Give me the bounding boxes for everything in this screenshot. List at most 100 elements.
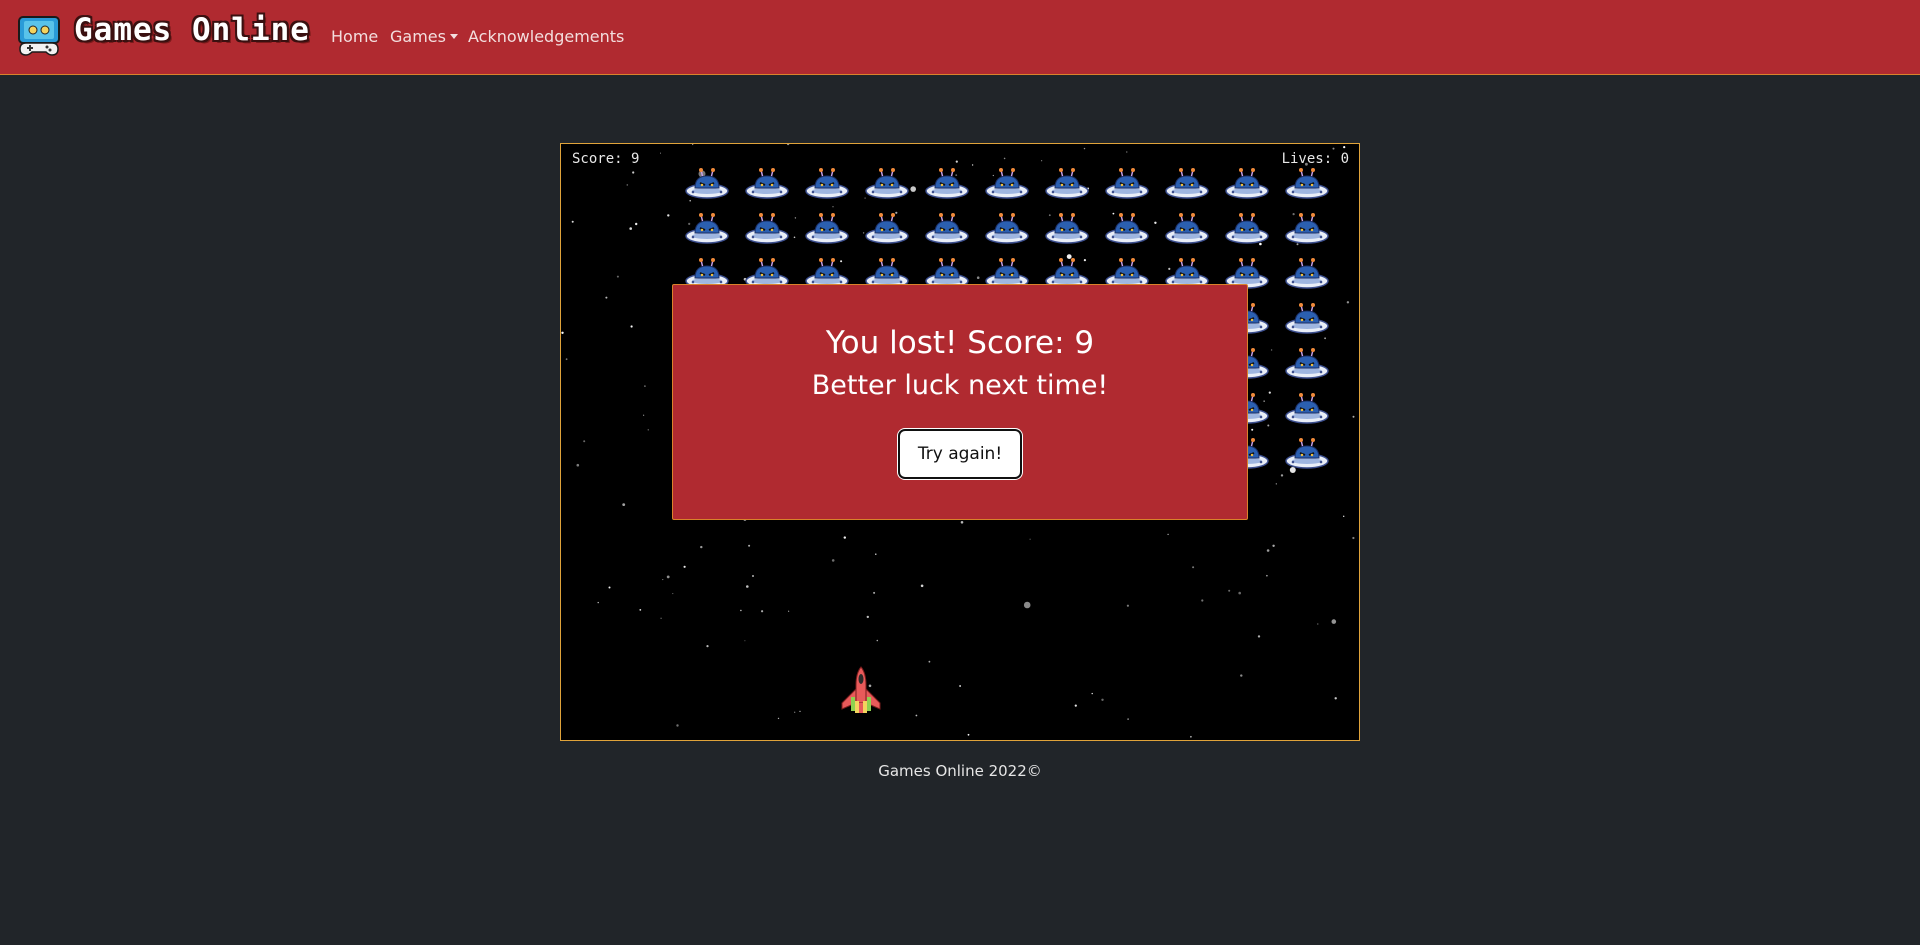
star xyxy=(1190,735,1192,738)
star xyxy=(1334,697,1337,700)
star xyxy=(605,296,608,299)
star xyxy=(793,236,796,239)
nav-home-link[interactable]: Home xyxy=(331,27,378,46)
star xyxy=(576,463,580,467)
ufo-alien-icon xyxy=(925,166,969,200)
ufo-alien-icon xyxy=(985,211,1029,245)
star xyxy=(1126,604,1129,607)
try-again-button[interactable]: Try again! xyxy=(898,429,1022,479)
ufo-alien-icon xyxy=(865,211,909,245)
star xyxy=(1240,674,1243,677)
nav-acknowledgements-link[interactable]: Acknowledgements xyxy=(468,27,624,46)
star xyxy=(660,152,661,154)
star xyxy=(744,640,746,642)
star xyxy=(644,385,646,387)
star xyxy=(630,325,633,328)
ufo-alien-icon xyxy=(925,211,969,245)
player-spaceship-icon xyxy=(841,666,881,713)
ufo-alien-icon xyxy=(985,166,1029,200)
star xyxy=(647,429,649,431)
star xyxy=(616,275,619,278)
star xyxy=(660,617,662,619)
star xyxy=(748,544,751,547)
ufo-alien-icon xyxy=(1165,166,1209,200)
star xyxy=(1257,635,1261,638)
star xyxy=(1359,152,1360,153)
navbar: Games Online Home Games Acknowledgements xyxy=(0,0,1920,75)
star xyxy=(1127,718,1129,720)
star xyxy=(786,144,790,146)
star xyxy=(608,586,611,589)
ufo-alien-icon xyxy=(1285,211,1329,245)
ufo-alien-icon xyxy=(1105,166,1149,200)
nav-games-dropdown[interactable]: Games xyxy=(390,27,458,46)
star xyxy=(976,276,980,279)
footer-copyright: Games Online 2022© xyxy=(878,762,1042,780)
caret-down-icon xyxy=(449,34,458,39)
star xyxy=(960,521,964,524)
ufo-alien-icon xyxy=(1105,211,1149,245)
star xyxy=(1268,391,1271,394)
star xyxy=(1266,549,1270,552)
star xyxy=(1317,623,1319,625)
star xyxy=(1091,692,1093,695)
star xyxy=(740,609,742,612)
star xyxy=(920,584,924,588)
star xyxy=(676,724,679,727)
star xyxy=(1251,428,1254,431)
game-over-title: You lost! Score: 9 xyxy=(825,325,1095,361)
star xyxy=(1167,533,1169,536)
star xyxy=(666,575,670,579)
star xyxy=(1352,536,1355,540)
star xyxy=(1201,599,1204,602)
star xyxy=(1343,515,1345,517)
nav-games-label: Games xyxy=(390,27,446,46)
star xyxy=(843,536,846,539)
ufo-alien-icon xyxy=(805,166,849,200)
star xyxy=(875,553,877,555)
score-label: Score: 9 xyxy=(572,151,640,167)
star xyxy=(683,565,686,568)
star xyxy=(1023,601,1031,609)
game-over-modal: You lost! Score: 9 Better luck next time… xyxy=(672,284,1248,520)
ufo-alien-icon xyxy=(685,211,729,245)
star xyxy=(1331,619,1337,624)
star xyxy=(571,220,574,223)
star xyxy=(626,184,629,186)
star xyxy=(1238,591,1241,595)
ufo-alien-icon xyxy=(1285,166,1329,200)
star xyxy=(1332,147,1335,150)
star xyxy=(915,714,918,717)
star xyxy=(583,440,586,443)
ufo-alien-icon xyxy=(1285,346,1329,380)
star xyxy=(799,710,801,713)
ufo-alien-icon xyxy=(1285,301,1329,335)
star xyxy=(1280,474,1284,477)
star xyxy=(1192,566,1195,569)
star xyxy=(1270,349,1273,351)
star xyxy=(794,217,797,219)
ufo-alien-icon xyxy=(1285,436,1329,470)
star xyxy=(967,733,970,736)
ufo-alien-icon xyxy=(1045,211,1089,245)
star xyxy=(629,227,632,230)
star xyxy=(1346,301,1350,304)
star xyxy=(561,331,564,334)
star xyxy=(635,222,638,226)
ufo-alien-icon xyxy=(745,166,789,200)
star xyxy=(794,711,796,713)
star xyxy=(639,609,642,611)
brand-title[interactable]: Games Online xyxy=(74,12,310,48)
star xyxy=(700,545,703,549)
star xyxy=(1074,704,1077,707)
ufo-alien-icon xyxy=(745,211,789,245)
star xyxy=(689,199,691,202)
star xyxy=(746,585,749,588)
star xyxy=(761,610,764,613)
star xyxy=(788,610,790,612)
ufo-alien-icon xyxy=(1225,166,1269,200)
ufo-alien-icon xyxy=(1285,256,1329,290)
ufo-alien-icon xyxy=(805,211,849,245)
gamepad-tv-logo-icon[interactable] xyxy=(18,15,60,57)
star xyxy=(1343,146,1346,149)
